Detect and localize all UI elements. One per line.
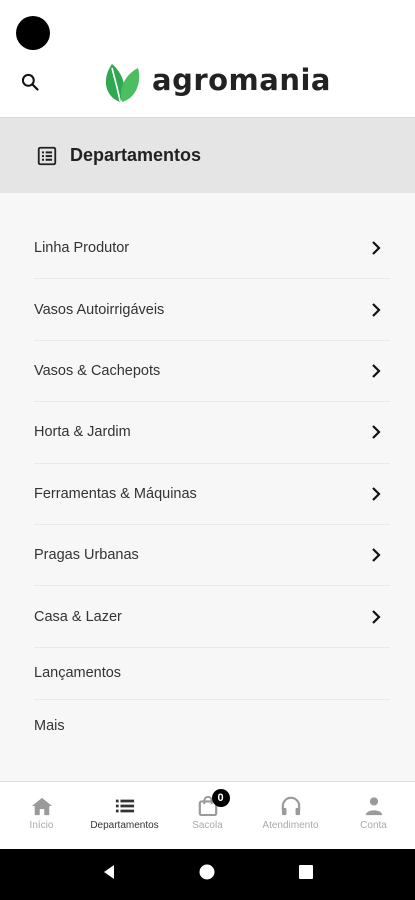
menu-item-label: Vasos Autoirrigáveis <box>34 301 165 318</box>
menu-item-casa-lazer[interactable]: Casa & Lazer <box>34 586 390 648</box>
brand-name: agromania <box>152 63 331 97</box>
menu-item-mais[interactable]: Mais <box>34 700 390 752</box>
app-header: agromania <box>0 0 415 117</box>
list-icon <box>115 799 134 813</box>
list-box-icon <box>37 146 57 165</box>
chevron-right-icon <box>366 422 386 442</box>
nav-item-departamentos[interactable]: Departamentos <box>83 782 166 849</box>
home-icon <box>31 797 52 816</box>
chevron-right-icon <box>366 361 386 381</box>
person-icon <box>365 797 382 816</box>
menu-item-label: Casa & Lazer <box>34 608 122 625</box>
chevron-right-icon <box>366 484 386 504</box>
nav-item-atendimento[interactable]: Atendimento <box>249 782 332 849</box>
chevron-right-icon <box>366 300 386 320</box>
leaf-logo-icon <box>105 64 140 102</box>
menu-item-label: Vasos & Cachepots <box>34 362 161 379</box>
menu-item-label: Mais <box>34 717 65 734</box>
chevron-right-icon <box>366 238 386 258</box>
menu-item-linha-produtor[interactable]: Linha Produtor <box>34 218 390 280</box>
recents-icon[interactable] <box>297 863 315 886</box>
cart-count-badge: 0 <box>211 789 230 807</box>
search-icon <box>21 73 39 91</box>
menu-item-vasos-autoirrigaveis[interactable]: Vasos Autoirrigáveis <box>34 279 390 341</box>
camera-cutout <box>16 16 50 50</box>
menu-item-label: Horta & Jardim <box>34 424 131 441</box>
departments-header: Departamentos <box>0 117 415 193</box>
menu-item-vasos-cachepots[interactable]: Vasos & Cachepots <box>34 341 390 403</box>
menu-item-ferramentas-maquinas[interactable]: Ferramentas & Máquinas <box>34 464 390 525</box>
nav-label: Atendimento <box>262 820 319 831</box>
nav-item-inicio[interactable]: Início <box>0 782 83 849</box>
home-circle-icon[interactable] <box>198 863 216 886</box>
departments-list: Linha Produtor Vasos Autoirrigáveis Vaso… <box>34 218 390 752</box>
menu-item-horta-jardim[interactable]: Horta & Jardim <box>34 402 390 464</box>
system-navigation-bar <box>0 849 415 900</box>
nav-item-conta[interactable]: Conta <box>332 782 415 849</box>
menu-item-label: Pragas Urbanas <box>34 547 139 564</box>
nav-item-sacola[interactable]: 0 Sacola <box>166 782 249 849</box>
bottom-navigation: Início Departamentos 0 Sacola Atendiment… <box>0 781 415 849</box>
nav-label: Sacola <box>192 820 223 831</box>
menu-item-label: Ferramentas & Máquinas <box>34 485 197 502</box>
chevron-right-icon <box>366 607 386 627</box>
back-icon[interactable] <box>100 863 118 886</box>
chevron-right-icon <box>366 545 386 565</box>
search-button[interactable] <box>16 68 44 96</box>
headphones-icon <box>281 796 300 816</box>
nav-label: Departamentos <box>90 820 159 831</box>
menu-item-lancamentos[interactable]: Lançamentos <box>34 648 390 700</box>
page-title: Departamentos <box>70 145 202 165</box>
nav-label: Início <box>29 820 54 831</box>
menu-item-label: Linha Produtor <box>34 240 130 257</box>
menu-item-pragas-urbanas[interactable]: Pragas Urbanas <box>34 525 390 587</box>
menu-item-label: Lançamentos <box>34 665 122 682</box>
brand-logo[interactable]: agromania <box>100 60 331 104</box>
nav-label: Conta <box>360 820 387 831</box>
